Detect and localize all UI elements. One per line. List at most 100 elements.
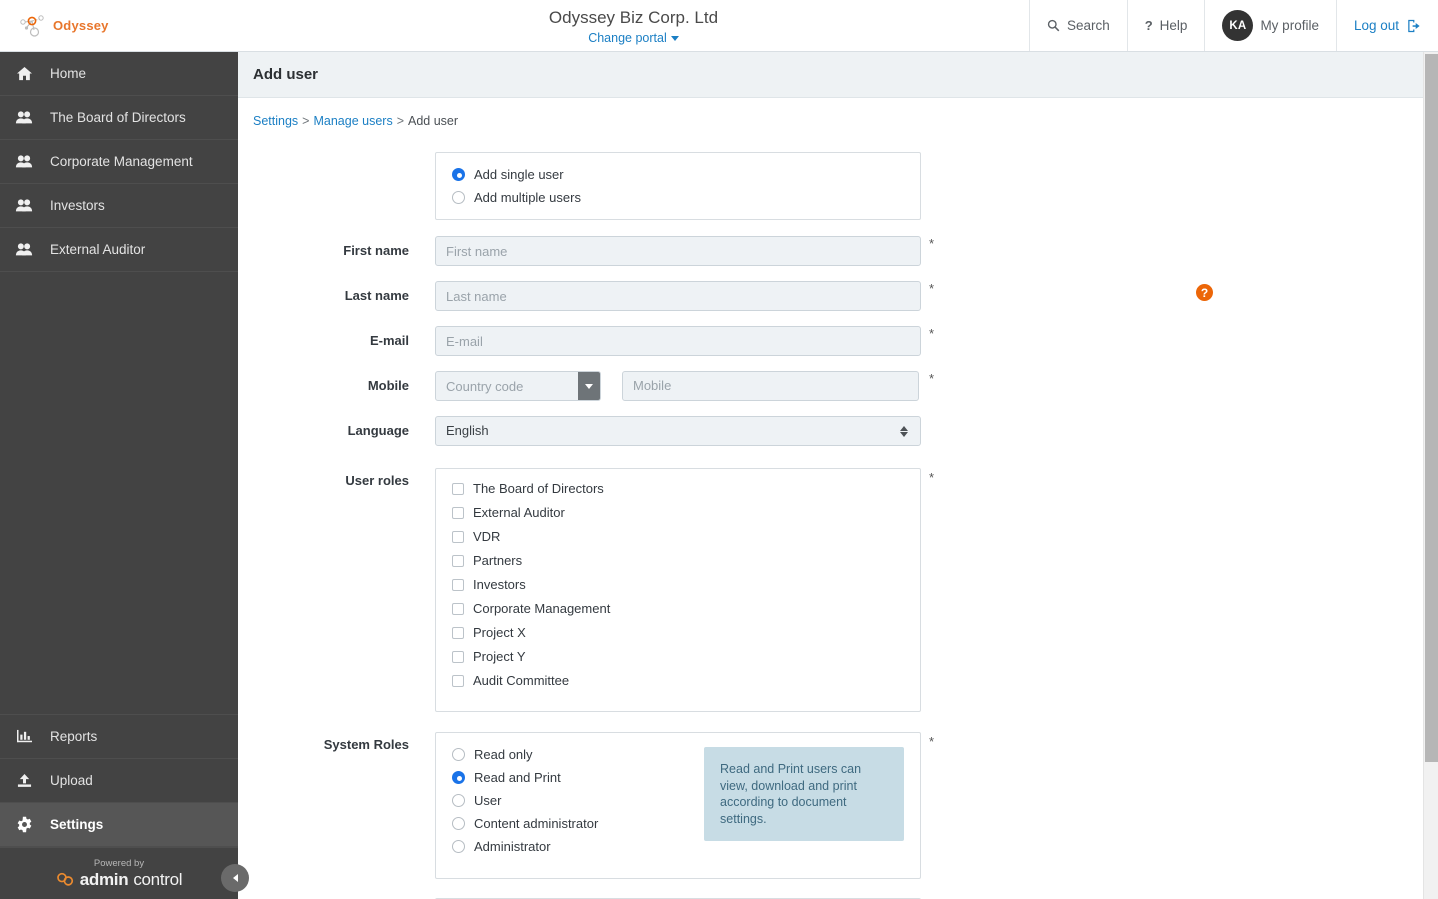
- radio-read-only[interactable]: Read only: [452, 747, 699, 762]
- sidebar-secondary-items: Reports Upload Settings Powered by admin…: [0, 714, 238, 899]
- mobile-input[interactable]: Mobile: [622, 371, 919, 401]
- breadcrumb-current: Add user: [408, 114, 459, 128]
- top-bar: Odyssey Odyssey Biz Corp. Ltd Change por…: [0, 0, 1438, 52]
- required-marker: *: [929, 281, 935, 296]
- change-portal-link[interactable]: Change portal: [588, 31, 679, 45]
- checkbox-project-x[interactable]: Project X: [452, 625, 904, 640]
- brand-logo[interactable]: Odyssey: [0, 0, 238, 51]
- search-button[interactable]: Search: [1028, 0, 1127, 51]
- radio-label: Read and Print: [474, 770, 561, 785]
- users-icon: [14, 110, 34, 125]
- my-profile-button[interactable]: KA My profile: [1204, 0, 1336, 51]
- radio-add-single-user[interactable]: Add single user: [452, 167, 904, 182]
- user-roles-panel: The Board of Directors External Auditor …: [435, 468, 921, 712]
- logout-button[interactable]: Log out: [1335, 0, 1438, 51]
- scrollbar-track[interactable]: [1424, 762, 1438, 899]
- change-portal-label: Change portal: [588, 31, 667, 45]
- checkbox-audit-committee[interactable]: Audit Committee: [452, 673, 904, 688]
- portal-title: Odyssey Biz Corp. Ltd: [548, 8, 719, 27]
- checkbox-the-board-of-directors[interactable]: The Board of Directors: [452, 481, 904, 496]
- email-row: E-mail *: [238, 326, 1423, 356]
- checkbox-label: Partners: [473, 553, 523, 568]
- chevron-down-icon: [670, 36, 679, 42]
- avatar: KA: [1222, 10, 1254, 41]
- my-profile-label: My profile: [1260, 18, 1319, 33]
- breadcrumb-separator: >: [302, 114, 310, 128]
- breadcrumb-settings[interactable]: Settings: [253, 114, 298, 128]
- checkbox-investors[interactable]: Investors: [452, 577, 904, 592]
- country-code-dropdown-button[interactable]: [578, 372, 600, 400]
- radio-read-and-print[interactable]: Read and Print: [452, 770, 699, 785]
- scrollbar-thumb[interactable]: [1425, 54, 1438, 762]
- home-icon: [14, 66, 34, 81]
- sidebar-item-upload[interactable]: Upload: [0, 759, 238, 803]
- checkbox-partners[interactable]: Partners: [452, 553, 904, 568]
- sidebar-item-label: Settings: [50, 817, 104, 832]
- checkbox-corporate-management[interactable]: Corporate Management: [452, 601, 904, 616]
- radio-indicator: [452, 771, 465, 784]
- vertical-scrollbar[interactable]: [1423, 52, 1438, 899]
- upload-icon: [14, 773, 34, 788]
- form-help-icon[interactable]: ?: [1196, 284, 1213, 301]
- radio-add-multiple-users[interactable]: Add multiple users: [452, 190, 904, 205]
- brand-label: Odyssey: [53, 18, 109, 33]
- sidebar-item-investors[interactable]: Investors: [0, 184, 238, 228]
- checkbox-label: Project X: [473, 625, 526, 640]
- checkbox-indicator: [452, 674, 464, 687]
- sidebar-item-home[interactable]: Home: [0, 52, 238, 96]
- required-marker: *: [929, 236, 935, 251]
- mobile-placeholder: Mobile: [633, 378, 672, 393]
- first-name-label: First name: [343, 243, 409, 258]
- breadcrumb-manage-users[interactable]: Manage users: [313, 114, 392, 128]
- checkbox-external-auditor[interactable]: External Auditor: [452, 505, 904, 520]
- country-code-dropdown[interactable]: Country code: [435, 371, 601, 401]
- checkbox-indicator: [452, 554, 464, 567]
- required-marker: *: [929, 470, 935, 485]
- powered-by-label: Powered by: [93, 857, 145, 869]
- checkbox-project-y[interactable]: Project Y: [452, 649, 904, 664]
- radio-administrator[interactable]: Administrator: [452, 839, 699, 854]
- top-nav: Search ? Help KA My profile Log out: [1028, 0, 1438, 51]
- language-value: English: [446, 423, 489, 438]
- radio-indicator: [452, 840, 465, 853]
- checkbox-label: VDR: [473, 529, 501, 544]
- radio-label: User: [474, 793, 502, 808]
- sidebar-item-label: Upload: [50, 773, 93, 788]
- page-header: Add user: [238, 52, 1423, 98]
- checkbox-indicator: [452, 650, 464, 663]
- chevron-left-icon: [232, 874, 238, 882]
- molecule-network-icon: [20, 14, 44, 37]
- sidebar-item-label: External Auditor: [50, 242, 146, 257]
- radio-label: Add multiple users: [474, 190, 581, 205]
- checkbox-indicator: [452, 482, 464, 495]
- last-name-row: Last name *: [238, 281, 1423, 311]
- first-name-row: First name *: [238, 236, 1423, 266]
- sidebar-item-the-board-of-directors[interactable]: The Board of Directors: [0, 96, 238, 140]
- language-select[interactable]: English: [435, 416, 921, 446]
- sidebar-item-external-auditor[interactable]: External Auditor: [0, 228, 238, 272]
- radio-indicator: [452, 817, 465, 830]
- sign-out-icon: [1408, 19, 1420, 32]
- powered-brand-part2: control: [133, 869, 183, 889]
- sidebar-collapse-button[interactable]: [221, 864, 249, 892]
- user-mode-row: Add single user Add multiple users: [238, 152, 1423, 220]
- radio-content-administrator[interactable]: Content administrator: [452, 816, 699, 831]
- help-button[interactable]: ? Help: [1126, 0, 1205, 51]
- radio-indicator: [452, 191, 465, 204]
- sidebar-item-settings[interactable]: Settings: [0, 803, 238, 847]
- required-marker: *: [929, 734, 935, 749]
- checkbox-label: Project Y: [473, 649, 526, 664]
- radio-user[interactable]: User: [452, 793, 699, 808]
- checkbox-vdr[interactable]: VDR: [452, 529, 904, 544]
- add-user-form: ? Add single user Add multiple users Fir…: [238, 128, 1423, 899]
- last-name-input[interactable]: [435, 281, 921, 311]
- radio-label: Add single user: [474, 167, 564, 182]
- first-name-input[interactable]: [435, 236, 921, 266]
- search-label: Search: [1066, 18, 1110, 33]
- email-input[interactable]: [435, 326, 921, 356]
- sidebar-item-corporate-management[interactable]: Corporate Management: [0, 140, 238, 184]
- checkbox-indicator: [452, 530, 464, 543]
- radio-indicator: [452, 748, 465, 761]
- email-label: E-mail: [369, 333, 409, 348]
- sidebar-item-reports[interactable]: Reports: [0, 715, 238, 759]
